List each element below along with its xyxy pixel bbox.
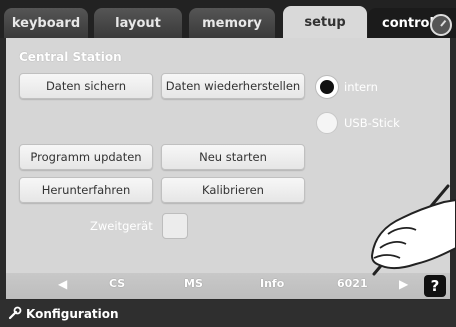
calibrate-button[interactable]: Kalibrieren — [161, 177, 305, 203]
checkbox-label: Zweitgerät — [90, 219, 153, 233]
restore-button[interactable]: Daten wiederherstellen — [161, 73, 305, 99]
tab-bar: keyboard layout memory setup control — [0, 0, 456, 39]
footer-title: Konfiguration — [26, 307, 119, 321]
tab-memory[interactable]: memory — [189, 8, 275, 38]
restart-button[interactable]: Neu starten — [161, 144, 305, 170]
hand-stylus-icon — [370, 184, 456, 276]
update-button[interactable]: Programm updaten — [19, 144, 153, 170]
wrench-icon — [8, 306, 22, 320]
nav-item-cs[interactable]: CS — [109, 277, 125, 290]
section-title: Central Station — [19, 50, 122, 64]
footer: Konfiguration — [0, 300, 456, 327]
nav-item-info[interactable]: Info — [260, 277, 284, 290]
tab-layout[interactable]: layout — [94, 8, 182, 38]
nav-prev-icon[interactable]: ◀ — [58, 277, 67, 291]
tab-control-label: control — [382, 15, 434, 31]
tab-keyboard[interactable]: keyboard — [4, 8, 88, 38]
backup-button[interactable]: Daten sichern — [19, 73, 153, 99]
nav-item-ms[interactable]: MS — [184, 277, 203, 290]
radio-usb[interactable] — [316, 112, 338, 134]
shutdown-button[interactable]: Herunterfahren — [19, 177, 153, 203]
second-device-checkbox[interactable] — [162, 213, 188, 239]
radio-intern-label: intern — [344, 80, 378, 94]
radio-intern[interactable] — [316, 76, 338, 98]
screen: keyboard layout memory setup control Cen… — [0, 0, 456, 327]
radio-usb-label: USB-Stick — [344, 116, 400, 130]
tab-setup[interactable]: setup — [283, 6, 367, 39]
clock-icon — [430, 14, 452, 36]
tab-control[interactable]: control — [368, 8, 456, 38]
